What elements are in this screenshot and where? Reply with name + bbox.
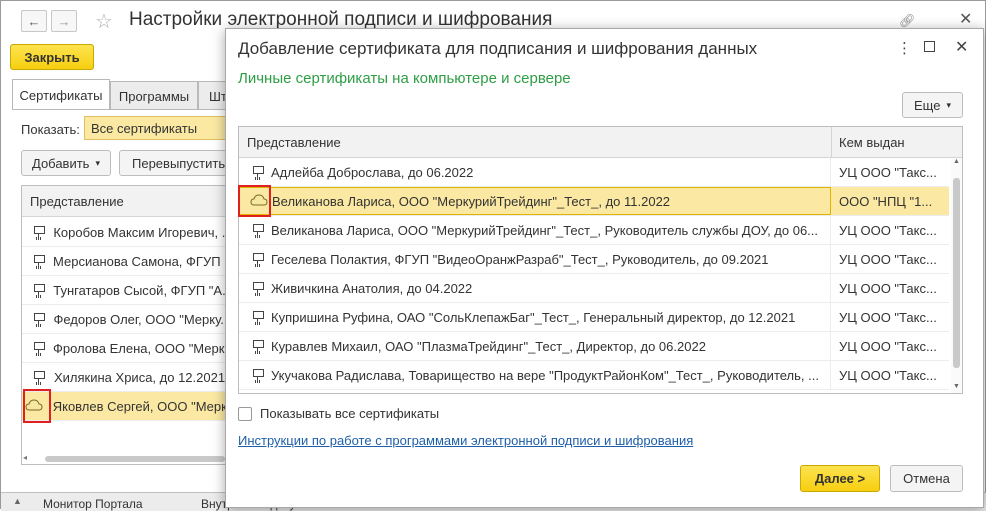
table-row[interactable]: Купришина Руфина, ОАО "СольКлепажБаг"_Те… — [239, 303, 949, 332]
column-separator — [831, 127, 832, 158]
link-icon[interactable]: 🔗︎ — [899, 13, 916, 29]
list-item[interactable]: Фролова Елена, ООО "Мерк... — [22, 334, 227, 363]
list-item[interactable]: Мерсианова Самона, ФГУП ... — [22, 247, 227, 276]
instructions-link[interactable]: Инструкции по работе с программами элект… — [238, 433, 693, 448]
computer-icon — [247, 367, 269, 384]
show-label: Показать: — [21, 122, 80, 137]
cancel-button[interactable]: Отмена — [890, 465, 963, 492]
next-button[interactable]: Далее > — [800, 465, 880, 492]
maximize-icon[interactable] — [924, 41, 935, 52]
add-certificate-dialog: Добавление сертификата для подписания и … — [225, 28, 984, 508]
tab-certificates[interactable]: Сертификаты — [12, 79, 110, 110]
table-row[interactable]: Геселева Полактия, ФГУП "ВидеоОранжРазра… — [239, 245, 949, 274]
tab-third[interactable]: Шт — [198, 81, 228, 110]
table-row[interactable]: Живичкина Анатолия, до 04.2022 УЦ ООО "Т… — [239, 274, 949, 303]
back-button[interactable]: ← — [21, 10, 47, 32]
star-icon[interactable]: ☆ — [95, 9, 113, 34]
show-all-label[interactable]: Показывать все сертификаты — [260, 406, 439, 421]
add-button-label: Добавить — [32, 155, 90, 171]
horizontal-scrollbar[interactable]: ◂ — [23, 453, 226, 463]
list-item[interactable]: Хилякина Хриса, до 12.2021 — [22, 363, 227, 392]
chevron-down-icon[interactable]: ▼ — [953, 383, 960, 390]
forward-button[interactable]: → — [51, 10, 77, 32]
column-header-issuer[interactable]: Кем выдан — [839, 135, 905, 150]
computer-icon — [28, 340, 49, 357]
vertical-scrollbar[interactable]: ▲ ▼ — [951, 158, 962, 393]
list-item[interactable]: Тунгатаров Сысой, ФГУП "А... — [22, 276, 227, 305]
table-header: Представление Кем выдан — [239, 127, 962, 158]
show-filter-field[interactable]: Все сертификаты — [84, 116, 227, 140]
computer-icon — [28, 253, 49, 270]
column-header-presentation: Представление — [30, 194, 124, 209]
computer-icon — [28, 369, 50, 386]
list-item-selected[interactable]: Яковлев Сергей, ООО "Мерк... — [22, 392, 227, 421]
add-button[interactable]: Добавить ▾ — [21, 150, 111, 176]
more-options-icon[interactable]: ⋮ — [897, 39, 912, 57]
table-row[interactable]: Куравлев Михаил, ОАО "ПлазмаТрейдинг"_Те… — [239, 332, 949, 361]
close-icon[interactable]: ✕ — [959, 9, 972, 29]
reissue-button[interactable]: Перевыпустить — [119, 150, 231, 176]
table-row-selected[interactable]: Великанова Лариса, ООО "МеркурийТрейдинг… — [239, 187, 949, 216]
computer-icon — [247, 309, 269, 326]
chevron-down-icon: ▾ — [95, 157, 100, 168]
chevron-left-icon[interactable]: ◂ — [23, 453, 27, 462]
computer-icon — [247, 338, 269, 355]
close-icon[interactable]: ✕ — [955, 37, 968, 57]
more-button-label: Еще — [914, 97, 941, 113]
list-header: Представление — [22, 186, 227, 217]
computer-icon — [28, 311, 49, 328]
show-all-checkbox[interactable] — [238, 406, 252, 421]
show-all-checkbox-row[interactable]: Показывать все сертификаты — [238, 406, 439, 421]
highlight-box — [23, 389, 51, 423]
tab-divider — [12, 109, 227, 110]
highlight-box — [238, 185, 271, 217]
table-row[interactable]: Великанова Лариса, ООО "МеркурийТрейдинг… — [239, 216, 949, 245]
table-row[interactable]: Укучакова Радислава, Товарищество на вер… — [239, 361, 949, 390]
table-row[interactable]: Адлейба Доброслава, до 06.2022 УЦ ООО "Т… — [239, 158, 949, 187]
tab-programs[interactable]: Программы — [110, 81, 198, 110]
dialog-subtitle: Личные сертификаты на компьютере и серве… — [238, 70, 571, 87]
column-header-presentation[interactable]: Представление — [247, 135, 341, 150]
computer-icon — [247, 251, 269, 268]
certificates-table: Представление Кем выдан Адлейба Добросла… — [238, 126, 963, 394]
chevron-down-icon: ▾ — [946, 99, 951, 110]
computer-icon — [28, 224, 49, 241]
list-item[interactable]: Коробов Максим Игоревич, ... — [22, 218, 227, 247]
computer-icon — [28, 282, 49, 299]
list-item[interactable]: Федоров Олег, ООО "Мерку... — [22, 305, 227, 334]
arrow-right-icon: → — [57, 13, 71, 29]
computer-icon — [247, 164, 269, 181]
dialog-title: Добавление сертификата для подписания и … — [238, 39, 758, 58]
more-button[interactable]: Еще ▾ — [902, 92, 963, 118]
scrollbar-thumb[interactable] — [953, 178, 960, 368]
scrollbar-thumb[interactable] — [45, 456, 225, 462]
computer-icon — [247, 222, 269, 239]
chevron-up-icon[interactable]: ▲ — [13, 496, 22, 506]
computer-icon — [247, 280, 269, 297]
chevron-up-icon[interactable]: ▲ — [953, 158, 960, 165]
arrow-left-icon: ← — [27, 13, 41, 29]
close-button[interactable]: Закрыть — [10, 44, 94, 70]
